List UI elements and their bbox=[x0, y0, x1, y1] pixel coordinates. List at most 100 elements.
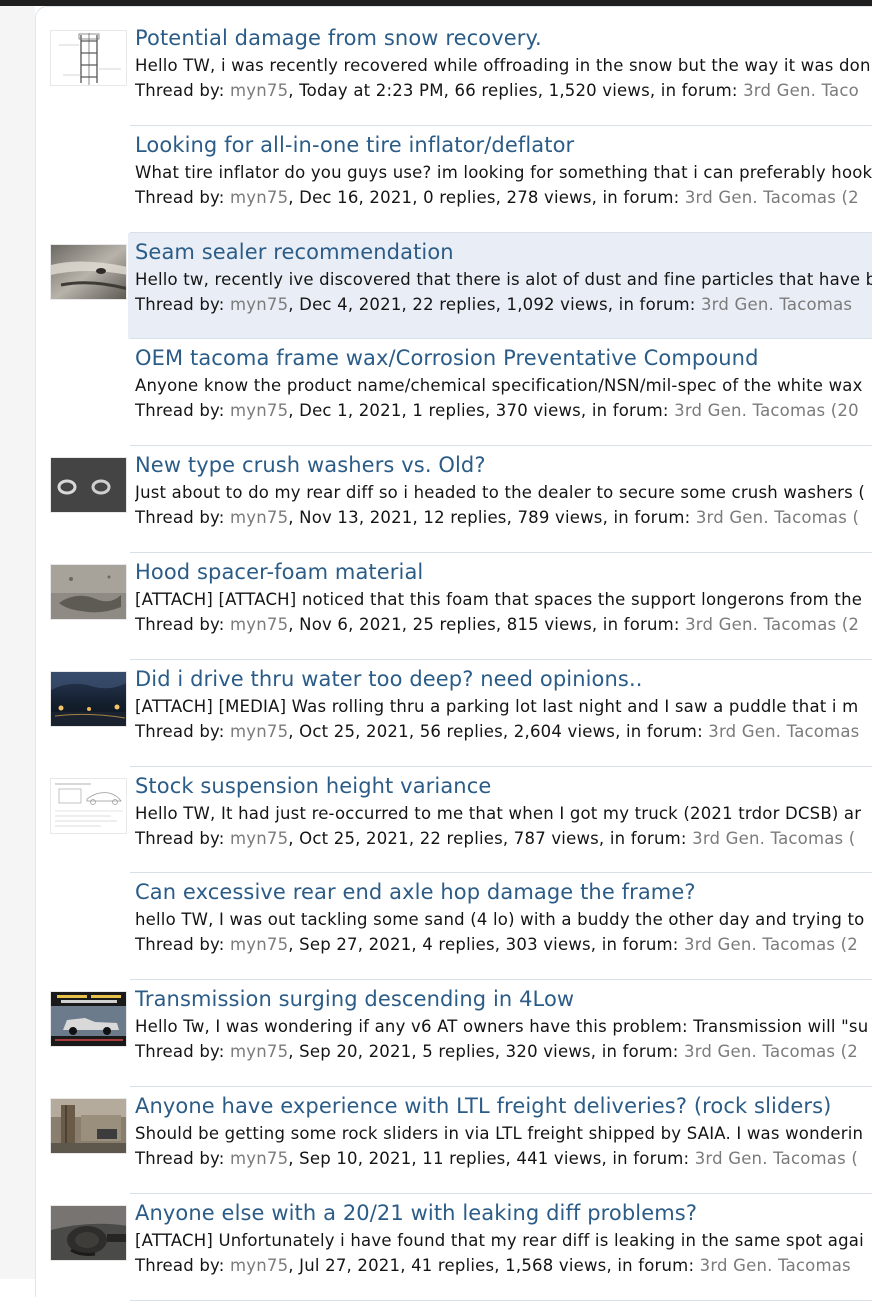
forum-link[interactable]: 3rd Gen. Tacomas bbox=[700, 1256, 851, 1275]
result-meta: Thread by: myn75, Sep 20, 2021, 5 replie… bbox=[135, 1039, 872, 1064]
author-link[interactable]: myn75 bbox=[230, 1042, 288, 1061]
author-link[interactable]: myn75 bbox=[230, 508, 288, 527]
washers-photo-icon[interactable] bbox=[50, 457, 127, 514]
result-meta: Thread by: myn75, Nov 13, 2021, 12 repli… bbox=[135, 505, 872, 530]
result-meta: Thread by: myn75, Dec 4, 2021, 22 replie… bbox=[135, 292, 872, 317]
forum-link[interactable]: 3rd Gen. Tacomas ( bbox=[692, 829, 855, 848]
author-link[interactable]: myn75 bbox=[230, 615, 288, 634]
meta-details: , Sep 10, 2021, 11 replies, 441 views, i… bbox=[288, 1148, 695, 1168]
result-content: Can excessive rear end axle hop damage t… bbox=[135, 877, 872, 957]
forum-link[interactable]: 3rd Gen. Tacomas (2 bbox=[684, 935, 858, 954]
forum-link[interactable]: 3rd Gen. Tacomas ( bbox=[695, 1149, 858, 1168]
forum-link[interactable]: 3rd Gen. Tacomas (2 bbox=[685, 188, 859, 207]
result-title-link[interactable]: Transmission surging descending in 4Low bbox=[135, 984, 872, 1014]
result-content: Hood spacer-foam material [ATTACH] [ATTA… bbox=[135, 557, 872, 637]
meta-details: , Sep 27, 2021, 4 replies, 303 views, in… bbox=[288, 935, 685, 955]
night-water-photo-icon[interactable] bbox=[50, 670, 127, 727]
result-snippet: Just about to do my rear diff so i heade… bbox=[135, 483, 866, 503]
meta-details: , Oct 25, 2021, 56 replies, 2,604 views,… bbox=[288, 721, 709, 741]
result-title-link[interactable]: OEM tacoma frame wax/Corrosion Preventat… bbox=[135, 343, 872, 373]
result-snippet: Hello TW, i was recently recovered while… bbox=[135, 56, 871, 75]
frame-diagram-icon[interactable] bbox=[50, 30, 127, 86]
meta-prefix: Thread by: bbox=[135, 508, 230, 528]
result-content: New type crush washers vs. Old? Just abo… bbox=[135, 450, 872, 530]
truck-video-icon[interactable] bbox=[50, 991, 127, 1048]
forum-link[interactable]: 3rd Gen. Tacomas bbox=[708, 722, 859, 741]
author-link[interactable]: myn75 bbox=[230, 401, 288, 420]
author-link[interactable]: myn75 bbox=[230, 81, 288, 100]
result-title-link[interactable]: Seam sealer recommendation bbox=[135, 237, 872, 267]
result-item: Seam sealer recommendation Hello tw, rec… bbox=[48, 232, 872, 340]
seam-photo-icon[interactable] bbox=[50, 243, 127, 300]
result-item: Can excessive rear end axle hop damage t… bbox=[48, 873, 872, 980]
meta-prefix: Thread by: bbox=[135, 294, 230, 314]
meta-details: , Sep 20, 2021, 5 replies, 320 views, in… bbox=[288, 1042, 685, 1062]
result-content: Anyone have experience with LTL freight … bbox=[135, 1091, 872, 1171]
forum-link[interactable]: 3rd Gen. Tacomas (2 bbox=[685, 615, 859, 634]
result-meta: Thread by: myn75, Sep 10, 2021, 11 repli… bbox=[135, 1146, 872, 1171]
search-results-list: Potential damage from snow recovery. Hel… bbox=[48, 19, 872, 1301]
meta-prefix: Thread by: bbox=[135, 81, 230, 100]
result-title-link[interactable]: Potential damage from snow recovery. bbox=[135, 23, 872, 53]
forum-link[interactable]: 3rd Gen. Tacomas (2 bbox=[684, 1042, 858, 1061]
meta-prefix: Thread by: bbox=[135, 401, 230, 421]
result-content: Seam sealer recommendation Hello tw, rec… bbox=[135, 237, 872, 317]
result-meta: Thread by: myn75, Dec 16, 2021, 0 replie… bbox=[135, 185, 872, 210]
result-meta: Thread by: myn75, Sep 27, 2021, 4 replie… bbox=[135, 932, 872, 957]
result-meta: Thread by: myn75, Nov 6, 2021, 25 replie… bbox=[135, 612, 872, 637]
spec-sheet-icon[interactable] bbox=[50, 777, 127, 834]
result-content: Stock suspension height variance Hello T… bbox=[135, 771, 872, 851]
left-gutter bbox=[0, 6, 35, 1279]
yard-photo-icon[interactable] bbox=[50, 1097, 127, 1154]
meta-details: , Today at 2:23 PM, 66 replies, 1,520 vi… bbox=[288, 81, 744, 100]
result-snippet: Anyone know the product name/chemical sp… bbox=[135, 376, 863, 396]
author-link[interactable]: myn75 bbox=[230, 295, 288, 314]
empty-thumbnail bbox=[50, 350, 127, 406]
result-title-link[interactable]: Can excessive rear end axle hop damage t… bbox=[135, 877, 872, 907]
result-item: Transmission surging descending in 4Low … bbox=[48, 980, 872, 1087]
author-link[interactable]: myn75 bbox=[230, 829, 288, 848]
empty-thumbnail bbox=[50, 884, 127, 940]
meta-details: , Dec 4, 2021, 22 replies, 1,092 views, … bbox=[288, 294, 701, 314]
meta-prefix: Thread by: bbox=[135, 1042, 230, 1062]
meta-prefix: Thread by: bbox=[135, 614, 230, 634]
result-snippet: hello TW, I was out tackling some sand (… bbox=[135, 910, 865, 930]
result-item: Potential damage from snow recovery. Hel… bbox=[48, 19, 872, 126]
result-meta: Thread by: myn75, Dec 1, 2021, 1 replies… bbox=[135, 398, 872, 423]
result-meta: Thread by: myn75, Jul 27, 2021, 41 repli… bbox=[135, 1253, 872, 1278]
author-link[interactable]: myn75 bbox=[230, 935, 288, 954]
result-meta: Thread by: myn75, Oct 25, 2021, 22 repli… bbox=[135, 826, 872, 851]
author-link[interactable]: myn75 bbox=[230, 1149, 288, 1168]
result-item: Looking for all-in-one tire inflator/def… bbox=[48, 126, 872, 233]
author-link[interactable]: myn75 bbox=[230, 722, 288, 741]
result-title-link[interactable]: Did i drive thru water too deep? need op… bbox=[135, 664, 872, 694]
result-content: Did i drive thru water too deep? need op… bbox=[135, 664, 872, 744]
forum-link[interactable]: 3rd Gen. Tacomas (20 bbox=[674, 401, 859, 420]
forum-link[interactable]: 3rd Gen. Tacomas ( bbox=[696, 508, 859, 527]
result-item: Hood spacer-foam material [ATTACH] [ATTA… bbox=[48, 553, 872, 660]
forum-link[interactable]: 3rd Gen. Taco bbox=[743, 81, 859, 100]
result-item: Stock suspension height variance Hello T… bbox=[48, 767, 872, 874]
result-title-link[interactable]: Stock suspension height variance bbox=[135, 771, 872, 801]
result-item: New type crush washers vs. Old? Just abo… bbox=[48, 446, 872, 553]
result-snippet: Hello tw, recently ive discovered that t… bbox=[135, 269, 872, 289]
result-title-link[interactable]: Anyone else with a 20/21 with leaking di… bbox=[135, 1198, 872, 1228]
result-title-link[interactable]: Anyone have experience with LTL freight … bbox=[135, 1091, 872, 1121]
meta-prefix: Thread by: bbox=[135, 187, 230, 207]
result-title-link[interactable]: New type crush washers vs. Old? bbox=[135, 450, 872, 480]
diff-photo-icon[interactable] bbox=[50, 1204, 127, 1261]
result-meta: Thread by: myn75, Today at 2:23 PM, 66 r… bbox=[135, 78, 872, 103]
author-link[interactable]: myn75 bbox=[230, 188, 288, 207]
result-snippet: Hello TW, It had just re-occurred to me … bbox=[135, 803, 862, 823]
result-title-link[interactable]: Hood spacer-foam material bbox=[135, 557, 872, 587]
meta-prefix: Thread by: bbox=[135, 828, 230, 848]
result-snippet: What tire inflator do you guys use? im l… bbox=[135, 162, 872, 182]
result-title-link[interactable]: Looking for all-in-one tire inflator/def… bbox=[135, 130, 872, 160]
foam-photo-icon[interactable] bbox=[50, 563, 127, 620]
result-snippet: [ATTACH] [ATTACH] noticed that this foam… bbox=[135, 589, 863, 609]
forum-link[interactable]: 3rd Gen. Tacomas bbox=[701, 295, 852, 314]
author-link[interactable]: myn75 bbox=[230, 1256, 288, 1275]
meta-prefix: Thread by: bbox=[135, 1148, 230, 1168]
result-snippet: Hello Tw, I was wondering if any v6 AT o… bbox=[135, 1017, 869, 1037]
result-item: Anyone else with a 20/21 with leaking di… bbox=[48, 1194, 872, 1301]
